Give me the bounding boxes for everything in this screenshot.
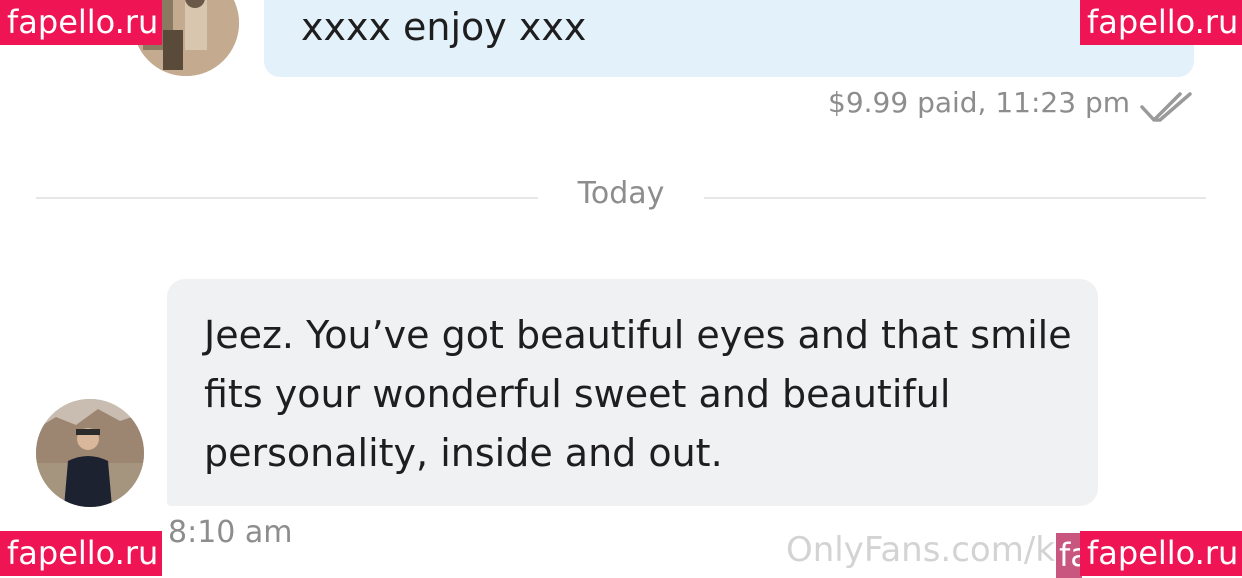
received-message-time: 8:10 am bbox=[168, 515, 293, 550]
fapello-watermark-top-left: fapello.ru bbox=[0, 0, 162, 45]
divider-line-right bbox=[704, 197, 1206, 199]
fapello-watermark-partial: fa bbox=[1056, 533, 1082, 578]
date-divider-label: Today bbox=[577, 176, 665, 211]
recipient-avatar-image bbox=[36, 399, 144, 507]
onlyfans-watermark: OnlyFans.com/k bbox=[786, 530, 1055, 570]
double-check-icon bbox=[1140, 92, 1192, 122]
fapello-watermark-bottom-left: fapello.ru bbox=[0, 531, 162, 576]
received-message-bubble[interactable]: Jeez. You’ve got beautiful eyes and that… bbox=[167, 279, 1098, 506]
sent-message-price-time: $9.99 paid, 11:23 pm bbox=[828, 86, 1130, 119]
received-message-text: Jeez. You’ve got beautiful eyes and that… bbox=[204, 313, 1072, 475]
sent-message-text: xxxx enjoy xxx bbox=[301, 5, 587, 49]
divider-line-left bbox=[36, 197, 538, 199]
fapello-watermark-top-right: fapello.ru bbox=[1080, 0, 1242, 45]
fapello-watermark-bottom-right: fapello.ru bbox=[1080, 531, 1242, 576]
recipient-avatar[interactable] bbox=[36, 399, 144, 507]
